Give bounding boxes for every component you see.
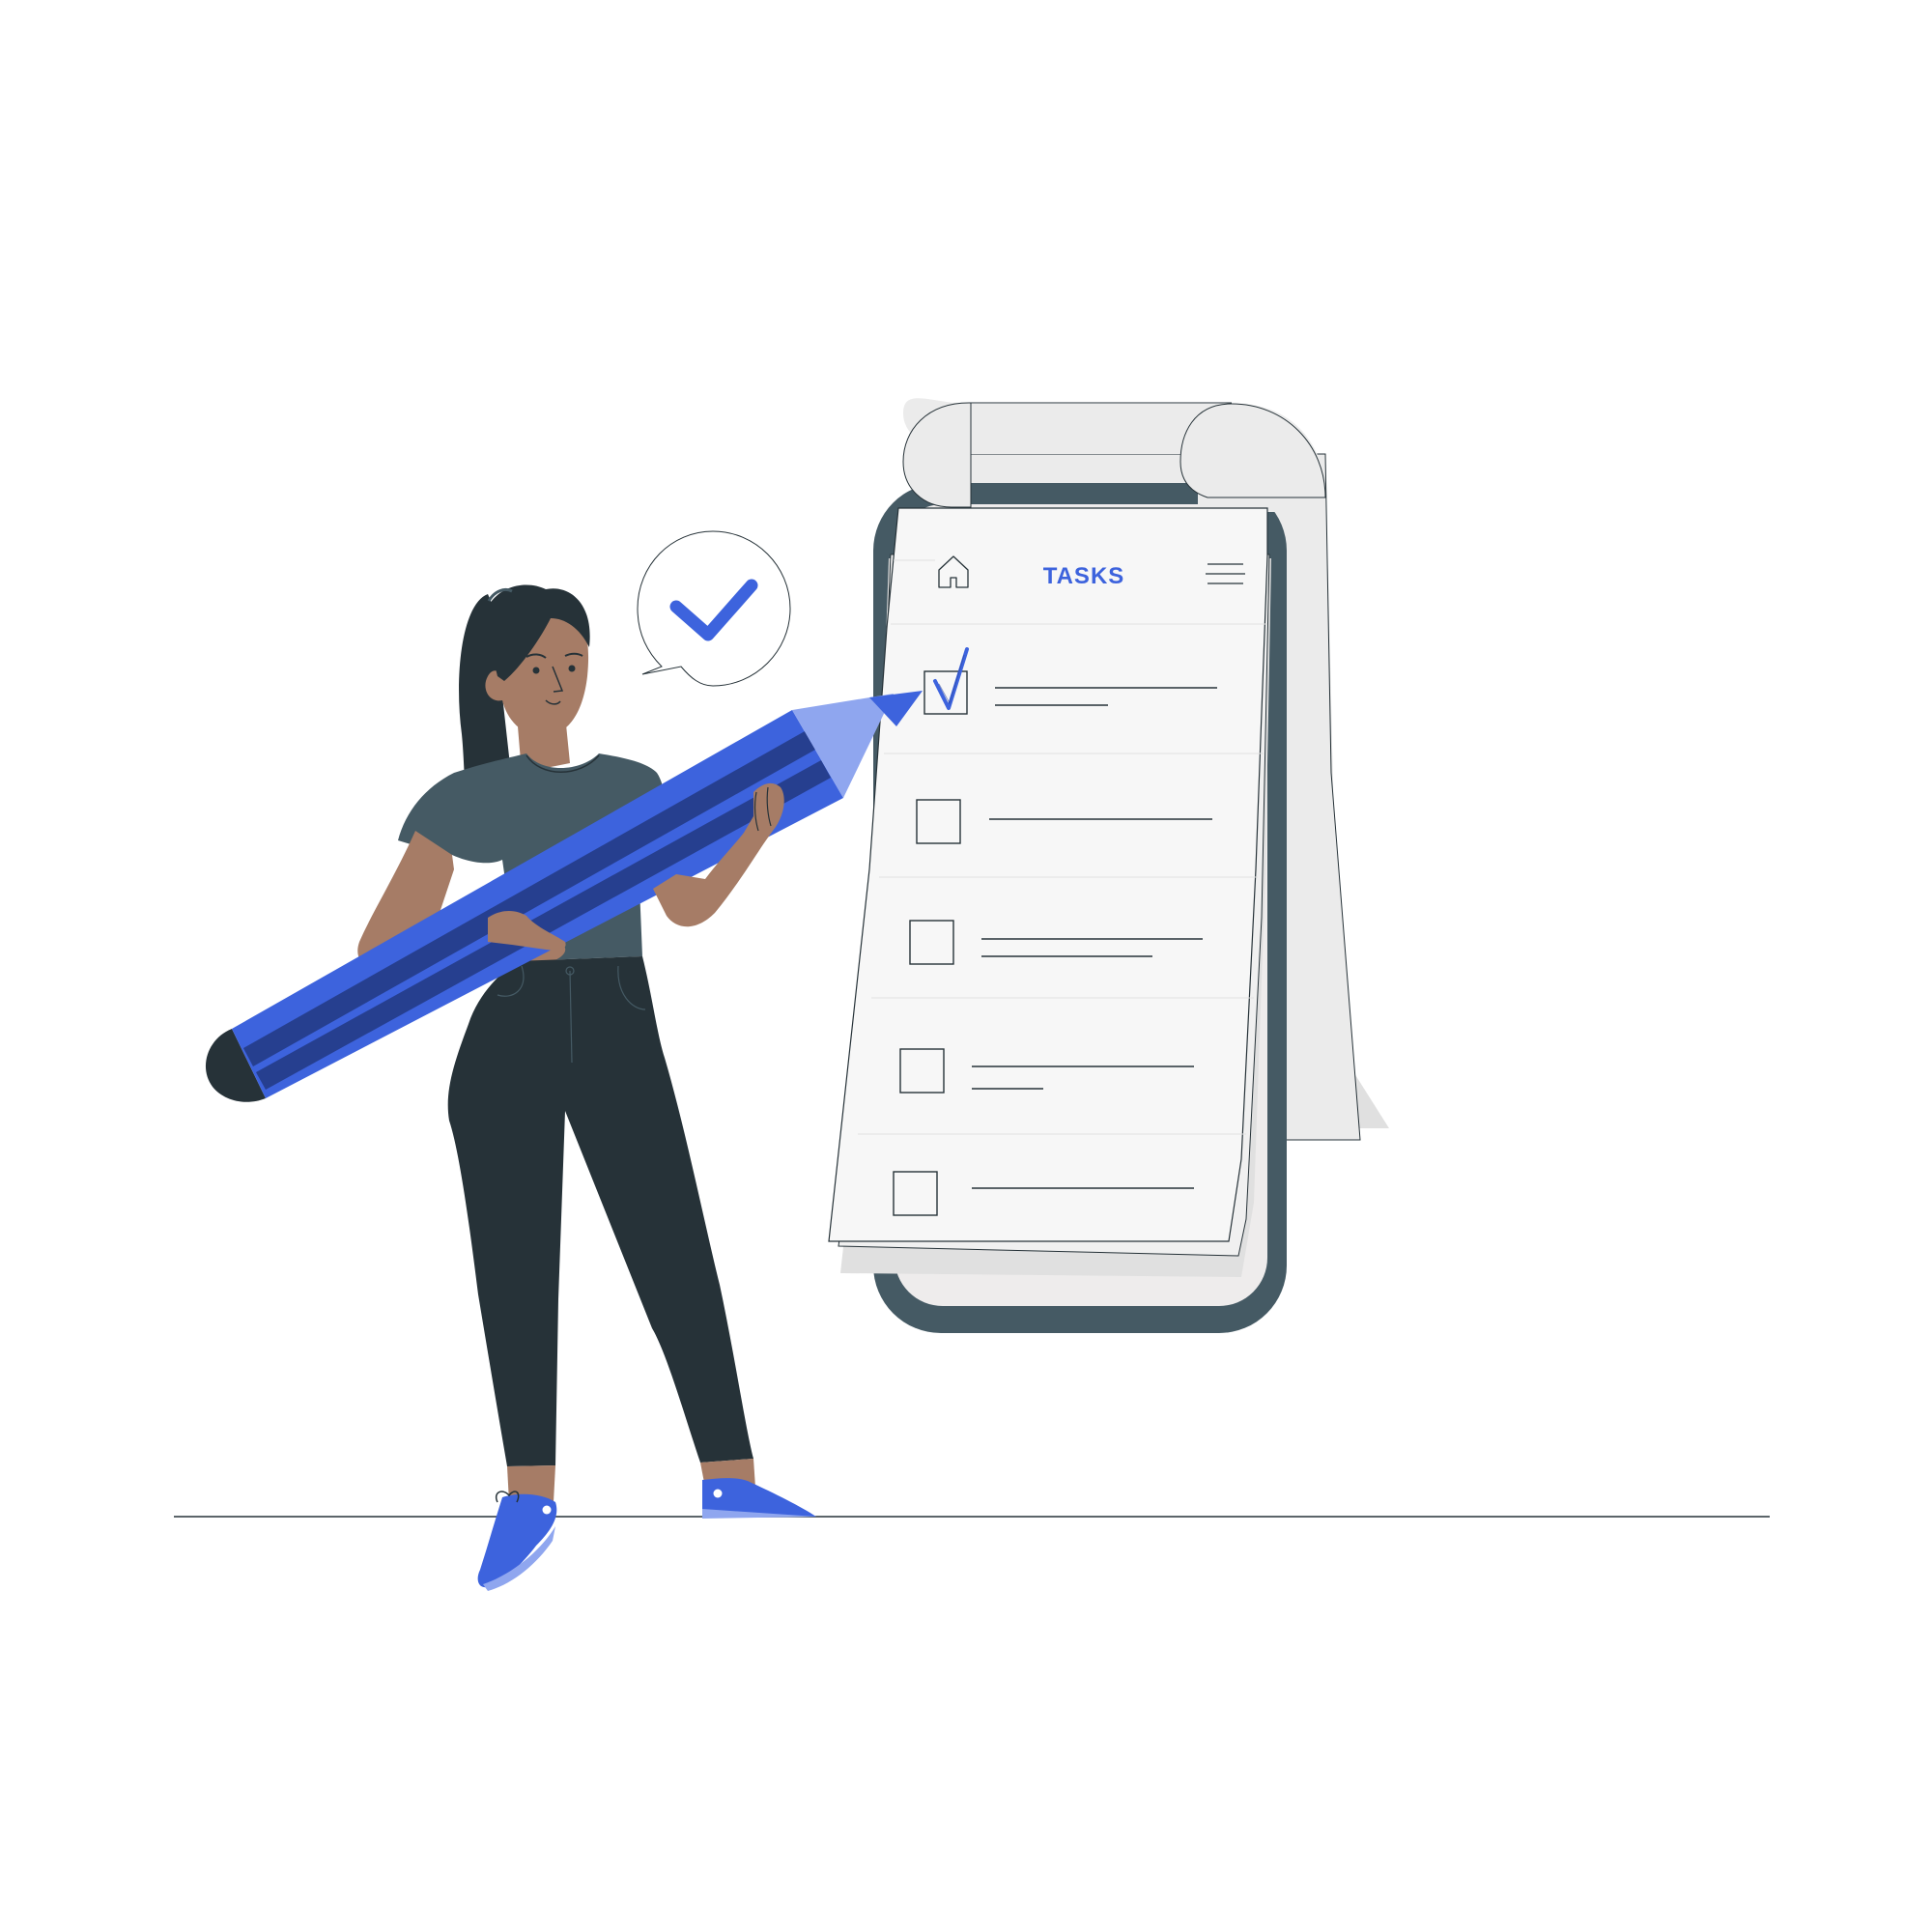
eye <box>568 665 576 672</box>
page-title: TASKS <box>1043 563 1125 589</box>
person <box>205 584 923 1591</box>
paper-roll-curl-right <box>1179 403 1326 498</box>
phone-device: TASKS <box>828 398 1389 1333</box>
pants <box>447 956 753 1466</box>
speech-bubble <box>637 530 791 687</box>
task-checklist-illustration: TASKS <box>174 398 1770 1591</box>
paper-page-front <box>828 507 1268 1242</box>
eye <box>532 667 540 674</box>
shoe-eyelet <box>542 1505 552 1515</box>
shoe-eyelet <box>713 1489 723 1498</box>
illustration-stage: TASKS <box>0 0 1932 1932</box>
